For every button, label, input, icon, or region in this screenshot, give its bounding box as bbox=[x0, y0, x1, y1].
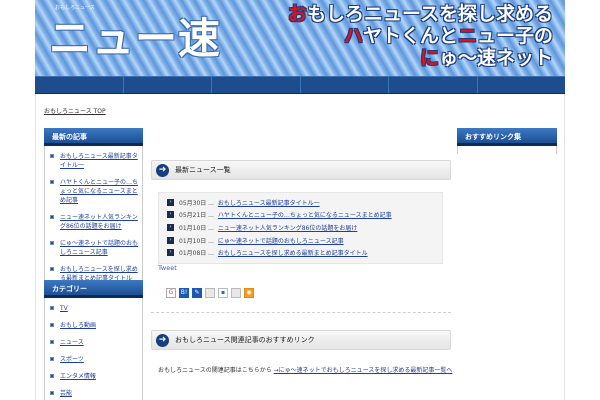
slogan-line-3: にゅ～速ネット bbox=[419, 47, 553, 69]
rss-icon[interactable]: ◉ bbox=[244, 288, 254, 298]
related-link[interactable]: →にゅ～速ネットでおもしろニュースを探し求める最新記事一覧へ bbox=[274, 367, 453, 374]
category-link[interactable]: エンタメ情報 bbox=[60, 372, 96, 381]
nav-segment[interactable] bbox=[35, 77, 124, 93]
news-link[interactable]: おもしろニュースを探し求める最新まとめ記事タイトル bbox=[218, 248, 368, 257]
buzzurl-icon[interactable] bbox=[205, 288, 215, 298]
list-item: › 01月08日 ... おもしろニュースを探し求める最新まとめ記事タイトル bbox=[167, 246, 442, 259]
list-item: スポーツ bbox=[50, 355, 138, 364]
category-link[interactable]: 芸能 bbox=[60, 389, 72, 398]
nav-segment[interactable] bbox=[301, 77, 389, 93]
list-item: ニュース bbox=[50, 338, 138, 347]
livedoor-clip-icon[interactable]: ✎ bbox=[192, 288, 202, 298]
slogan-line-1: おもしろニュースを探し求める bbox=[287, 3, 553, 25]
list-item: ニュー速ネット人気ランキング86位の話題をお届け bbox=[50, 213, 138, 231]
nav-segment[interactable] bbox=[212, 77, 301, 93]
delicious-icon[interactable]: ▪ bbox=[218, 288, 228, 298]
google-bookmark-icon[interactable]: G bbox=[166, 288, 176, 298]
arrow-right-icon: ➜ bbox=[156, 163, 169, 177]
recent-post-link[interactable]: にゅ～速ネットで話題のおもしろニュース記事 bbox=[60, 239, 138, 257]
news-date: 05月21日 ... bbox=[179, 212, 214, 220]
news-section-title: 最新ニュース一覧 bbox=[175, 166, 231, 174]
list-item: エンタメ情報 bbox=[50, 372, 138, 381]
square-bullet-icon bbox=[50, 323, 54, 327]
list-item: ハヤトくんとニュー子の…ちょっと気になるニュースまとめ記事 bbox=[50, 178, 138, 205]
recent-post-link[interactable]: ハヤトくんとニュー子の…ちょっと気になるニュースまとめ記事 bbox=[60, 178, 138, 205]
news-date: 01月08日 ... bbox=[179, 250, 214, 258]
nav-segment[interactable] bbox=[124, 77, 212, 93]
square-bullet-icon bbox=[50, 340, 54, 344]
hatena-bookmark-icon[interactable]: B! bbox=[179, 288, 189, 298]
category-list: TV おもしろ動画 ニュース スポーツ エンタメ情報 芸能 bbox=[50, 304, 138, 398]
list-item: にゅ～速ネットで話題のおもしろニュース記事 bbox=[50, 239, 138, 257]
list-item: 芸能 bbox=[50, 389, 138, 398]
square-bullet-icon bbox=[50, 374, 54, 378]
list-item: › 05月30日 ... おもしろニュース最新記事タイトル一 bbox=[167, 196, 442, 209]
list-item: › 01月10日 ... にゅ～速ネットで話題のおもしろニュース記事 bbox=[167, 234, 442, 247]
list-item: › 05月21日 ... ハヤトくんとニュー子の…ちょっと気になるニュースまとめ記事 bbox=[167, 209, 442, 222]
site-header: おもしろニュース ニュー速 おもしろニュースを探し求める ハヤトくんとニュー子の… bbox=[35, 0, 565, 76]
sidebar-recent-posts: 最新の記事 おもしろニュース最新記事タイトル一 ハヤトくんとニュー子の…ちょっと… bbox=[44, 128, 143, 288]
list-item: TV bbox=[50, 304, 138, 313]
news-date: 01月10日 ... bbox=[179, 237, 214, 245]
square-bullet-icon bbox=[50, 357, 54, 361]
category-link[interactable]: スポーツ bbox=[60, 355, 84, 364]
chevron-right-icon: › bbox=[167, 249, 174, 257]
recent-post-link[interactable]: ニュー速ネット人気ランキング86位の話題をお届け bbox=[60, 213, 138, 231]
nav-segment[interactable] bbox=[389, 77, 478, 93]
square-bullet-icon bbox=[50, 241, 54, 245]
news-link[interactable]: おもしろニュース最新記事タイトル一 bbox=[218, 198, 320, 207]
related-section-heading: ➜ おもしろニュース関連記事のおすすめリンク bbox=[151, 330, 451, 350]
list-item: おもしろ動画 bbox=[50, 321, 138, 330]
section-divider bbox=[151, 312, 451, 313]
news-list: › 05月30日 ... おもしろニュース最新記事タイトル一 › 05月21日 ...… bbox=[158, 192, 443, 264]
sidebar-heading: カテゴリー bbox=[44, 280, 143, 298]
tweet-button[interactable]: Tweet bbox=[158, 264, 177, 272]
list-item: おもしろニュース最新記事タイトル一 bbox=[50, 152, 138, 170]
sidebar-categories: カテゴリー TV おもしろ動画 ニュース スポーツ エンタメ情報 芸能 bbox=[44, 280, 143, 400]
sidebar-box: TV おもしろ動画 ニュース スポーツ エンタメ情報 芸能 bbox=[44, 298, 143, 400]
square-bullet-icon bbox=[50, 180, 54, 184]
slogan-line-2: ハヤトくんとニュー子の bbox=[343, 25, 553, 47]
yahoo-bookmark-icon[interactable] bbox=[231, 288, 241, 298]
news-link[interactable]: ニュー速ネット人気ランキング86位の話題をお届け bbox=[218, 223, 357, 232]
news-section-heading: ➜ 最新ニュース一覧 bbox=[151, 160, 451, 180]
chevron-right-icon: › bbox=[167, 198, 174, 206]
news-date: 01月10日 ... bbox=[179, 224, 214, 232]
category-link[interactable]: おもしろ動画 bbox=[60, 321, 96, 330]
related-text: おもしろニュースの関連記事はこちらから →にゅ～速ネットでおもしろニュースを探し… bbox=[158, 365, 452, 374]
recent-posts-list: おもしろニュース最新記事タイトル一 ハヤトくんとニュー子の…ちょっと気になるニュ… bbox=[50, 152, 138, 283]
category-link[interactable]: TV bbox=[60, 304, 68, 313]
sidebar-heading: おすすめリンク集 bbox=[457, 128, 557, 146]
news-date: 05月30日 ... bbox=[179, 199, 214, 207]
breadcrumb-top-link[interactable]: おもしろニュース TOP bbox=[44, 108, 106, 115]
square-bullet-icon bbox=[50, 391, 54, 395]
chevron-right-icon: › bbox=[167, 236, 174, 244]
sidebar-box: おもしろニュース最新記事タイトル一 ハヤトくんとニュー子の…ちょっと気になるニュ… bbox=[44, 146, 143, 288]
square-bullet-icon bbox=[50, 215, 54, 219]
recent-post-link[interactable]: おもしろニュース最新記事タイトル一 bbox=[60, 152, 138, 170]
nav-bar bbox=[35, 76, 565, 94]
sidebar-heading: 最新の記事 bbox=[44, 128, 143, 146]
related-description: おもしろニュースの関連記事はこちらから bbox=[158, 367, 272, 374]
news-link[interactable]: ハヤトくんとニュー子の…ちょっと気になるニュースまとめ記事 bbox=[218, 210, 392, 219]
news-link[interactable]: にゅ～速ネットで話題のおもしろニュース記事 bbox=[218, 236, 344, 245]
category-link[interactable]: ニュース bbox=[60, 338, 84, 347]
list-item: › 01月10日 ... ニュー速ネット人気ランキング86位の話題をお届け bbox=[167, 221, 442, 234]
nav-segment[interactable] bbox=[478, 77, 566, 93]
square-bullet-icon bbox=[50, 267, 54, 271]
chevron-right-icon: › bbox=[167, 211, 174, 219]
related-section-title: おもしろニュース関連記事のおすすめリンク bbox=[175, 336, 315, 344]
site-logo[interactable]: ニュー速 bbox=[49, 14, 221, 64]
square-bullet-icon bbox=[50, 306, 54, 310]
sidebar-box bbox=[457, 146, 557, 154]
sidebar-recommended-links: おすすめリンク集 bbox=[457, 128, 557, 154]
header-small-tagline: おもしろニュース bbox=[55, 5, 95, 11]
square-bullet-icon bbox=[50, 154, 54, 158]
arrow-right-icon: ➜ bbox=[156, 333, 169, 347]
chevron-right-icon: › bbox=[167, 223, 174, 231]
breadcrumb: おもしろニュース TOP bbox=[44, 106, 106, 115]
social-share-bar: G B! ✎ ▪ ◉ bbox=[166, 288, 254, 298]
